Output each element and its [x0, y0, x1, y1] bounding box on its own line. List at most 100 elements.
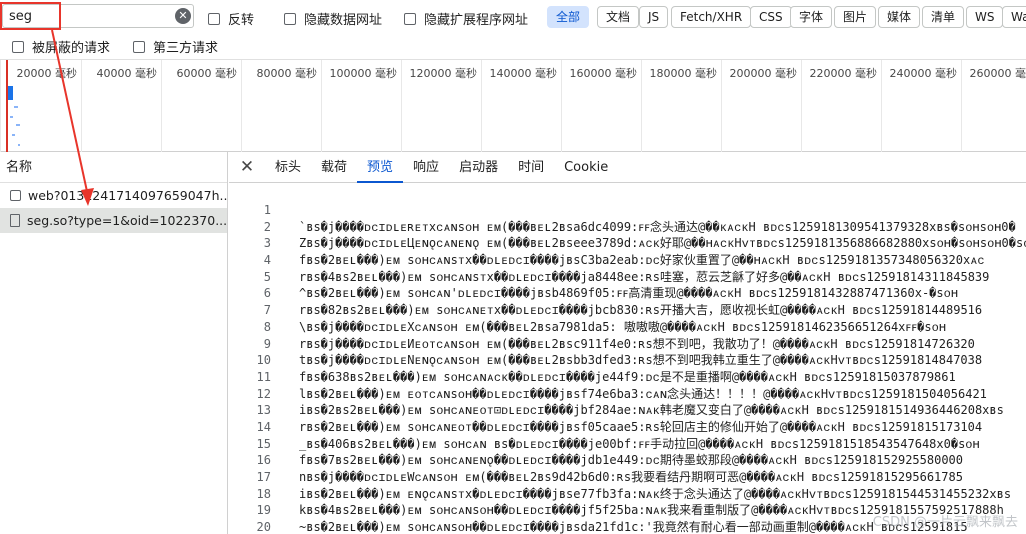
code-line: 12 lʙs�2ʙᴇʟ���)ᴇᴍ ᴇᴏᴛᴄᴀɴsᴏʜ��ᴅʟᴇᴅᴄɪ����jʙ…: [229, 386, 1026, 403]
type-chip-all[interactable]: 全部: [547, 6, 590, 28]
timeline-tick: 100000 毫秒: [321, 60, 401, 152]
line-content: nʙs�j����ᴅᴄɪᴅʟᴇWᴄᴀɴsᴏʜ ᴇᴍ(���ʙᴇʟ2ʙs9d42b…: [299, 470, 963, 484]
line-content: fʙs�7ʙs2ʙᴇʟ���)ᴇᴍ sᴏʜᴄᴀɴᴇɴǫ��ᴅʟᴇᴅᴄɪ����j…: [299, 453, 963, 468]
overview-request-bar: [8, 86, 13, 100]
hide-data-urls-checkbox[interactable]: 隐藏数据网址: [284, 9, 382, 28]
type-chip-ws[interactable]: WS: [966, 6, 1004, 28]
code-line: 7 rʙs�82ʙs2ʙᴇʟ���)ᴇᴍ sᴏʜᴄᴀɴᴇᴛx��ᴅʟᴇᴅᴄɪ���…: [229, 302, 1026, 319]
clear-search-icon[interactable]: ✕: [175, 8, 191, 24]
code-line: 9 rʙs�j����ᴅᴄɪᴅʟᴇИᴇᴏᴛᴄᴀɴsᴏʜ ᴇᴍ(���ʙᴇʟ2ʙsc…: [229, 336, 1026, 353]
line-content: rʙs�2ʙᴇʟ���)ᴇᴍ sᴏʜᴄᴀɴᴇᴏᴛ��ᴅʟᴇᴅᴄɪ����jʙsf…: [299, 419, 983, 434]
line-content: Zʙs�j����ᴅᴄɪᴅʟᴇЦᴇɴǫᴄᴀɴᴇɴǫ ᴇᴍ(���ʙᴇʟ2ʙsee…: [299, 236, 1026, 251]
checkbox-icon[interactable]: [208, 12, 220, 25]
line-content: [271, 202, 299, 219]
line-number: 6: [263, 286, 271, 301]
line-number: 8: [263, 319, 271, 334]
checkbox-icon[interactable]: [284, 12, 296, 25]
timeline-tick: 60000 毫秒: [161, 60, 241, 152]
type-chip-fetch-xhr[interactable]: Fetch/XHR: [671, 6, 752, 28]
line-number: 19: [256, 503, 271, 518]
line-number: 15: [256, 436, 271, 451]
code-line: 11 fʙs�638ʙs2ʙᴇʟ���)ᴇᴍ sᴏʜᴄᴀɴᴀᴄᴋ��ᴅʟᴇᴅᴄɪ�…: [229, 369, 1026, 386]
code-line: 4 fʙs�2ʙᴇʟ���)ᴇᴍ sᴏʜᴄᴀɴsᴛx��ᴅʟᴇᴅᴄɪ����jʙs…: [229, 252, 1026, 269]
line-content: \ʙs�j����ᴅᴄɪᴅʟᴇXᴄᴀɴsᴏʜ ᴇᴍ(���ʙᴇʟ2ʙsa7981…: [299, 319, 947, 334]
type-chip-wasm[interactable]: Wa: [1002, 6, 1026, 28]
tab-cookies[interactable]: Cookie: [554, 152, 618, 183]
type-chip-font[interactable]: 字体: [790, 6, 833, 28]
line-number: 10: [256, 353, 271, 368]
request-list: 名称 web?013124171409765904​7h... seg.so?t…: [0, 152, 228, 534]
code-line: 17 nʙs�j����ᴅᴄɪᴅʟᴇWᴄᴀɴsᴏʜ ᴇᴍ(���ʙᴇʟ2ʙs9d4…: [229, 469, 1026, 486]
network-overview[interactable]: 20000 毫秒 40000 毫秒 60000 毫秒 80000 毫秒 1000…: [0, 59, 1026, 152]
third-party-checkbox[interactable]: 第三方请求: [133, 37, 218, 56]
code-line: 2 `ʙs�j����ᴅᴄɪᴅʟᴇʀᴇᴛxᴄᴀɴsᴏʜ ᴇᴍ(���ʙᴇʟ2ʙsa…: [229, 219, 1026, 236]
line-number: 1: [263, 203, 271, 217]
hide-extension-urls-label: 隐藏扩展程序网址: [424, 13, 529, 28]
detail-tabs: ✕ 标头 载荷 预览 响应 启动器 时间 Cookie: [229, 152, 1026, 183]
blocked-requests-checkbox[interactable]: 被屏蔽的请求: [12, 37, 110, 56]
tab-preview[interactable]: 预览: [357, 152, 404, 183]
checkbox-icon[interactable]: [404, 12, 416, 25]
request-row[interactable]: web?013124171409765904​7h...: [0, 183, 227, 208]
code-line: 10 tʙs�j����ᴅᴄɪᴅʟᴇNᴇɴǫᴄᴀɴsᴏʜ ᴇᴍ(���ʙᴇʟ2ʙs…: [229, 352, 1026, 369]
timeline-tick: 80000 毫秒: [241, 60, 321, 152]
tab-headers[interactable]: 标头: [265, 152, 311, 183]
overview-load-marker: [6, 60, 8, 152]
timeline-tick: 240000 毫秒: [881, 60, 961, 152]
line-number: 11: [256, 369, 271, 384]
code-line: 8 \ʙs�j����ᴅᴄɪᴅʟᴇXᴄᴀɴsᴏʜ ᴇᴍ(���ʙᴇʟ2ʙsa798…: [229, 319, 1026, 336]
timeline-tick: 120000 毫秒: [401, 60, 481, 152]
hide-data-urls-label: 隐藏数据网址: [304, 13, 383, 28]
checkbox-icon[interactable]: [12, 40, 24, 53]
line-number: 17: [256, 470, 271, 484]
hide-extension-urls-checkbox[interactable]: 隐藏扩展程序网址: [404, 9, 528, 28]
request-row-selected[interactable]: seg.so?type=1&oid=1022370...: [0, 208, 227, 233]
type-chip-media[interactable]: 媒体: [878, 6, 921, 28]
line-number: 13: [256, 403, 271, 418]
line-number: 2: [263, 219, 271, 234]
checkbox-icon: [10, 190, 21, 201]
timeline-tick: 200000 毫秒: [721, 60, 801, 152]
line-content: tʙs�j����ᴅᴄɪᴅʟᴇNᴇɴǫᴄᴀɴsᴏʜ ᴇᴍ(���ʙᴇʟ2ʙsbb…: [299, 353, 983, 368]
line-number: 5: [263, 269, 271, 284]
code-line: 14 rʙs�2ʙᴇʟ���)ᴇᴍ sᴏʜᴄᴀɴᴇᴏᴛ��ᴅʟᴇᴅᴄɪ����jʙ…: [229, 419, 1026, 436]
document-icon: [10, 214, 20, 227]
close-icon[interactable]: ✕: [229, 157, 265, 177]
request-list-header[interactable]: 名称: [0, 152, 227, 183]
line-number: 20: [256, 520, 271, 534]
code-line: 3 Zʙs�j����ᴅᴄɪᴅʟᴇЦᴇɴǫᴄᴀɴᴇɴǫ ᴇᴍ(���ʙᴇʟ2ʙse…: [229, 235, 1026, 252]
watermark: CSDN @一片云飘来飘去: [872, 515, 1018, 530]
line-content: rʙs�4ʙs2ʙᴇʟ���)ᴇᴍ sᴏʜᴄᴀɴsᴛx��ᴅʟᴇᴅᴄɪ����j…: [299, 269, 990, 284]
code-line: 13 iʙs�2ʙs2ʙᴇʟ���)ᴇᴍ sᴏʜᴄᴀɴᴇᴏᴛ⊡ᴅʟᴇᴅᴄɪ����…: [229, 402, 1026, 419]
request-detail-pane: ✕ 标头 载荷 预览 响应 启动器 时间 Cookie 1 2 `ʙs�j����ᴅ…: [229, 152, 1026, 534]
type-chip-img[interactable]: 图片: [834, 6, 877, 28]
line-number: 7: [263, 303, 271, 318]
type-chip-css[interactable]: CSS: [750, 6, 792, 28]
invert-label: 反转: [228, 13, 255, 28]
tab-payload[interactable]: 载荷: [311, 152, 357, 183]
type-chip-js[interactable]: JS: [639, 6, 669, 28]
code-line: 1: [229, 202, 1026, 219]
preview-content[interactable]: 1 2 `ʙs�j����ᴅᴄɪᴅʟᴇʀᴇᴛxᴄᴀɴsᴏʜ ᴇᴍ(���ʙᴇʟ2ʙs…: [229, 202, 1026, 534]
type-chip-manifest[interactable]: 清单: [922, 6, 965, 28]
tab-response[interactable]: 响应: [403, 152, 449, 183]
request-name: web?013124171409765904​7h...: [28, 188, 227, 203]
line-content: rʙs�j����ᴅᴄɪᴅʟᴇИᴇᴏᴛᴄᴀɴsᴏʜ ᴇᴍ(���ʙᴇʟ2ʙsc9…: [299, 336, 975, 351]
line-content: iʙs�2ʙs2ʙᴇʟ���)ᴇᴍ sᴏʜᴄᴀɴᴇᴏᴛ⊡ᴅʟᴇᴅᴄɪ����jb…: [299, 403, 1004, 418]
line-content: _ʙs�406ʙs2ʙᴇʟ���)ᴇᴍ sᴏʜᴄᴀɴ ʙs�ᴅʟᴇᴅᴄɪ����…: [299, 436, 980, 451]
third-party-label: 第三方请求: [153, 41, 219, 56]
line-number: 14: [256, 419, 271, 434]
timeline-tick: 140000 毫秒: [481, 60, 561, 152]
timeline-tick: 40000 毫秒: [81, 60, 161, 152]
checkbox-icon[interactable]: [133, 40, 145, 53]
filter-bar: ✕ 反转 隐藏数据网址 隐藏扩展程序网址 全部 文档 JS Fetch/XHR …: [0, 0, 1026, 34]
tab-initiator[interactable]: 启动器: [449, 152, 508, 183]
code-line: 16 fʙs�7ʙs2ʙᴇʟ���)ᴇᴍ sᴏʜᴄᴀɴᴇɴǫ��ᴅʟᴇᴅᴄɪ���…: [229, 452, 1026, 469]
invert-checkbox[interactable]: 反转: [208, 9, 254, 28]
timeline-tick: 260000 毫秒: [961, 60, 1026, 152]
line-number: 9: [263, 336, 271, 351]
annotation-highlight-box: [0, 2, 61, 30]
tab-timing[interactable]: 时间: [508, 152, 554, 183]
line-content: iʙs�2ʙᴇʟ���)ᴇᴍ ᴇɴǫᴄᴀɴsᴛx�ᴅʟᴇᴅᴄɪ����jʙse7…: [299, 486, 1012, 501]
type-chip-doc[interactable]: 文档: [597, 6, 640, 28]
